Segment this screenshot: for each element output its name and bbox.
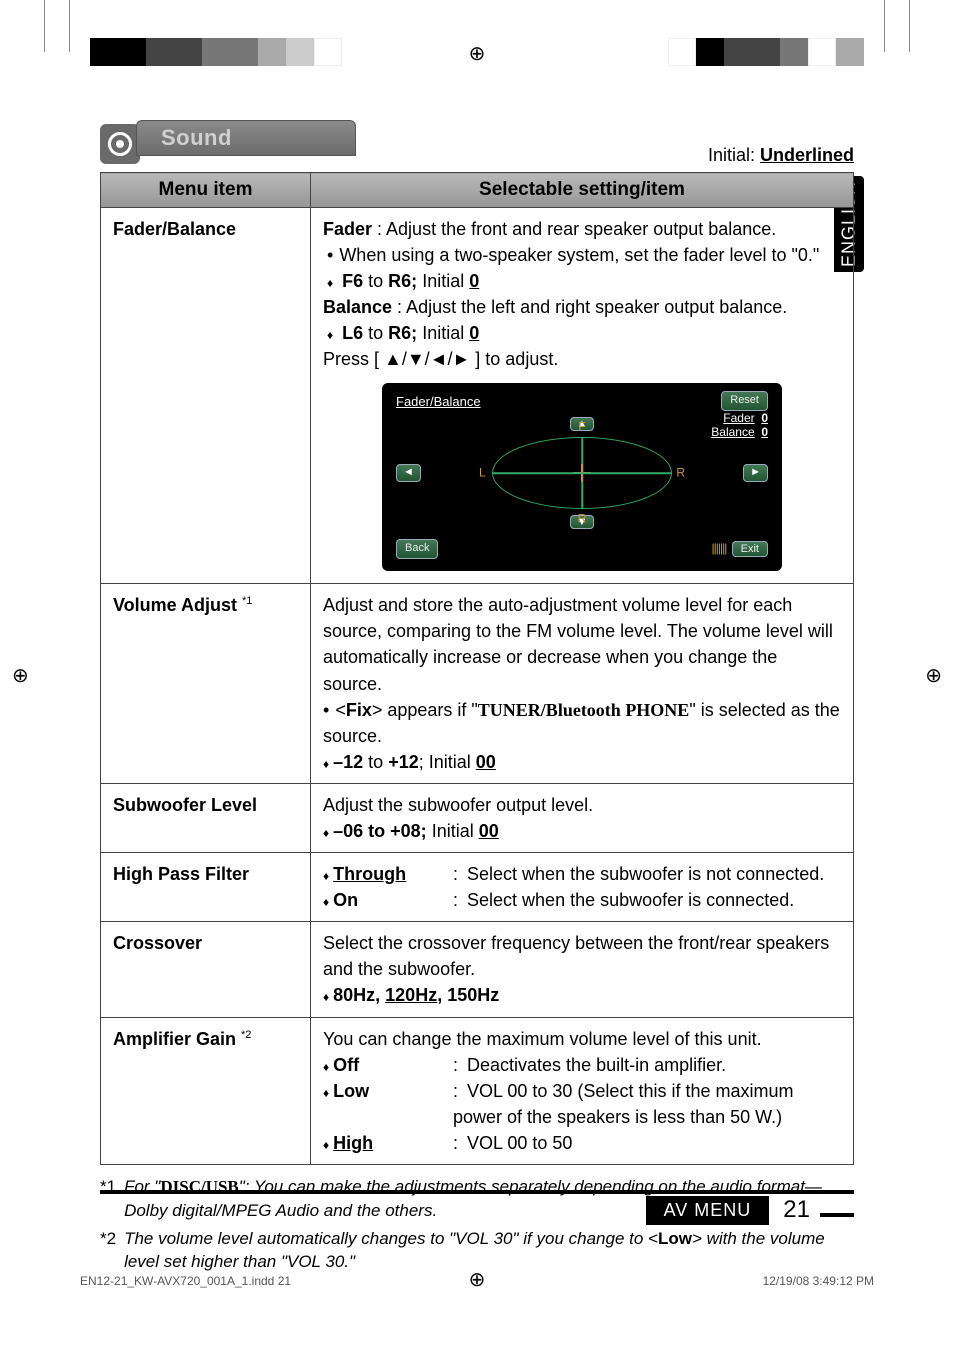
print-timestamp: 12/19/08 3:49:12 PM xyxy=(763,1274,874,1288)
table-row: Amplifier Gain *2 You can change the max… xyxy=(101,1017,854,1164)
item-name: Amplifier Gain *2 xyxy=(101,1017,311,1164)
arrow-right-button[interactable]: ► xyxy=(743,464,768,482)
registration-mark-top: ⊕ xyxy=(469,44,486,64)
fader-target[interactable]: F R L R xyxy=(492,437,672,509)
item-setting: ThroughSelect when the subwoofer is not … xyxy=(311,853,854,922)
color-bar-left xyxy=(90,38,342,66)
page-footer: AV MENU 21 xyxy=(100,1190,854,1226)
footnote-marker: *2 xyxy=(100,1227,116,1275)
table-row: High Pass Filter ThroughSelect when the … xyxy=(101,853,854,922)
item-name: Fader/Balance xyxy=(101,208,311,584)
item-name: Subwoofer Level xyxy=(101,783,311,852)
registration-mark-left: ⊕ xyxy=(12,666,29,686)
item-setting: You can change the maximum volume level … xyxy=(311,1017,854,1164)
item-setting: Adjust and store the auto-adjustment vol… xyxy=(311,584,854,784)
registration-mark-bottom: ⊕ xyxy=(469,1267,486,1292)
back-button[interactable]: Back xyxy=(396,539,438,559)
volume-indicator-icon: ||||||| xyxy=(711,541,726,555)
item-name: Crossover xyxy=(101,922,311,1017)
section-header: Sound Initial: Underlined xyxy=(100,120,854,166)
reset-button[interactable]: Reset xyxy=(721,391,768,411)
exit-button[interactable]: Exit xyxy=(732,541,768,557)
table-row: Subwoofer Level Adjust the subwoofer out… xyxy=(101,783,854,852)
col-setting: Selectable setting/item xyxy=(311,173,854,208)
item-name: Volume Adjust *1 xyxy=(101,584,311,784)
screen-title: Fader/Balance xyxy=(396,393,481,412)
item-name: High Pass Filter xyxy=(101,853,311,922)
settings-table: Menu item Selectable setting/item Fader/… xyxy=(100,172,854,1165)
table-row: Volume Adjust *1 Adjust and store the au… xyxy=(101,584,854,784)
col-menu: Menu item xyxy=(101,173,311,208)
color-bar-right xyxy=(668,38,864,66)
table-row: Fader/Balance Fader : Adjust the front a… xyxy=(101,208,854,584)
footer-tick-icon xyxy=(820,1213,854,1217)
print-file: EN12-21_KW-AVX720_001A_1.indd 21 xyxy=(80,1274,291,1288)
registration-mark-right: ⊕ xyxy=(925,666,942,686)
section-tab: Sound xyxy=(136,120,356,156)
item-setting: Fader : Adjust the front and rear speake… xyxy=(311,208,854,584)
item-setting: Adjust the subwoofer output level. –06 t… xyxy=(311,783,854,852)
table-row: Crossover Select the crossover frequency… xyxy=(101,922,854,1017)
sound-icon xyxy=(100,124,140,164)
initial-legend: Initial: Underlined xyxy=(708,145,854,166)
item-setting: Select the crossover frequency between t… xyxy=(311,922,854,1017)
fader-screen: Fader/Balance Reset Fader 0 Balance 0 ▲ … xyxy=(382,383,782,572)
section-label: AV MENU xyxy=(646,1196,770,1225)
page-content: Sound Initial: Underlined Menu item Sele… xyxy=(100,120,854,1232)
page-number: 21 xyxy=(783,1196,810,1224)
arrow-left-button[interactable]: ◄ xyxy=(396,464,421,482)
